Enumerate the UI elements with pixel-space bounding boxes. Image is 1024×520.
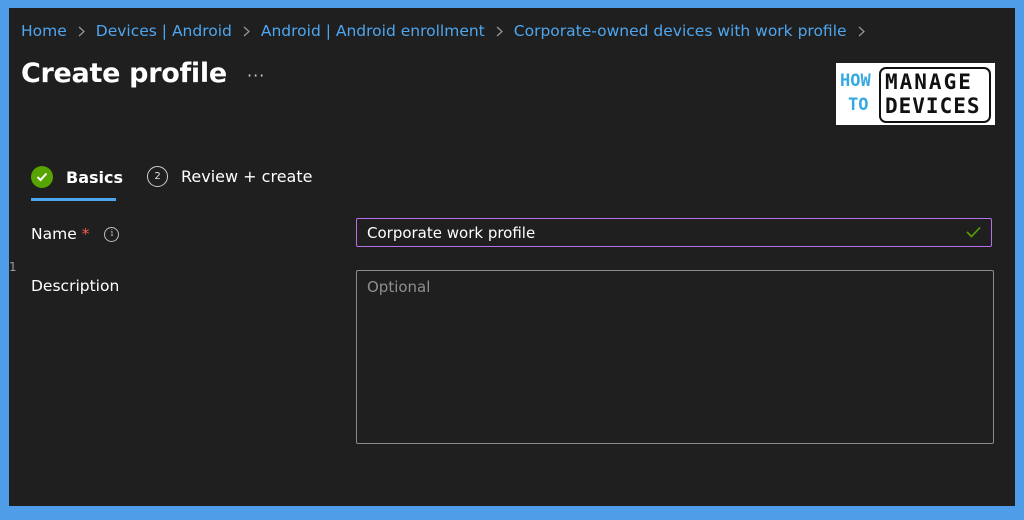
chevron-right-icon [496,26,503,37]
step-number-icon: 2 [147,166,168,187]
create-profile-panel: Home Devices | Android Android | Android… [9,8,1015,506]
breadcrumb-home[interactable]: Home [21,22,67,40]
logo-text-how: HOW [840,71,871,91]
required-asterisk: * [81,225,90,243]
name-label: Name [31,225,77,243]
chevron-right-icon [78,26,85,37]
how-to-manage-devices-logo: HOW TO MANAGE DEVICES [836,63,995,125]
tab-review-create-label: Review + create [181,167,313,186]
stray-character: 1 [9,260,17,274]
description-placeholder: Optional [367,278,431,296]
check-circle-icon [31,166,53,188]
breadcrumb: Home Devices | Android Android | Android… [21,22,876,40]
logo-text-manage: MANAGE [885,70,973,94]
description-label: Description [31,277,120,295]
name-field-label: Name * i [31,225,120,243]
page-title: Create profile [21,58,227,89]
description-textarea[interactable]: Optional [356,270,994,444]
logo-text-to: TO [848,95,869,115]
breadcrumb-devices-android[interactable]: Devices | Android [96,22,232,40]
tab-review-create[interactable]: 2 Review + create [147,166,312,187]
tab-basics-label: Basics [66,167,124,187]
name-input-value: Corporate work profile [367,223,536,242]
chevron-right-icon [243,26,250,37]
info-icon[interactable]: i [104,226,120,242]
active-tab-indicator [31,198,116,201]
checkmark-icon [966,223,981,242]
logo-text-devices: DEVICES [885,94,981,118]
breadcrumb-android-enrollment[interactable]: Android | Android enrollment [261,22,485,40]
tab-basics[interactable]: Basics [31,166,123,188]
description-field-label: Description [31,277,119,295]
breadcrumb-corporate-owned[interactable]: Corporate-owned devices with work profil… [514,22,847,40]
name-input[interactable]: Corporate work profile [356,218,992,247]
chevron-right-icon [858,26,865,37]
more-options-button[interactable]: ··· [247,66,265,85]
